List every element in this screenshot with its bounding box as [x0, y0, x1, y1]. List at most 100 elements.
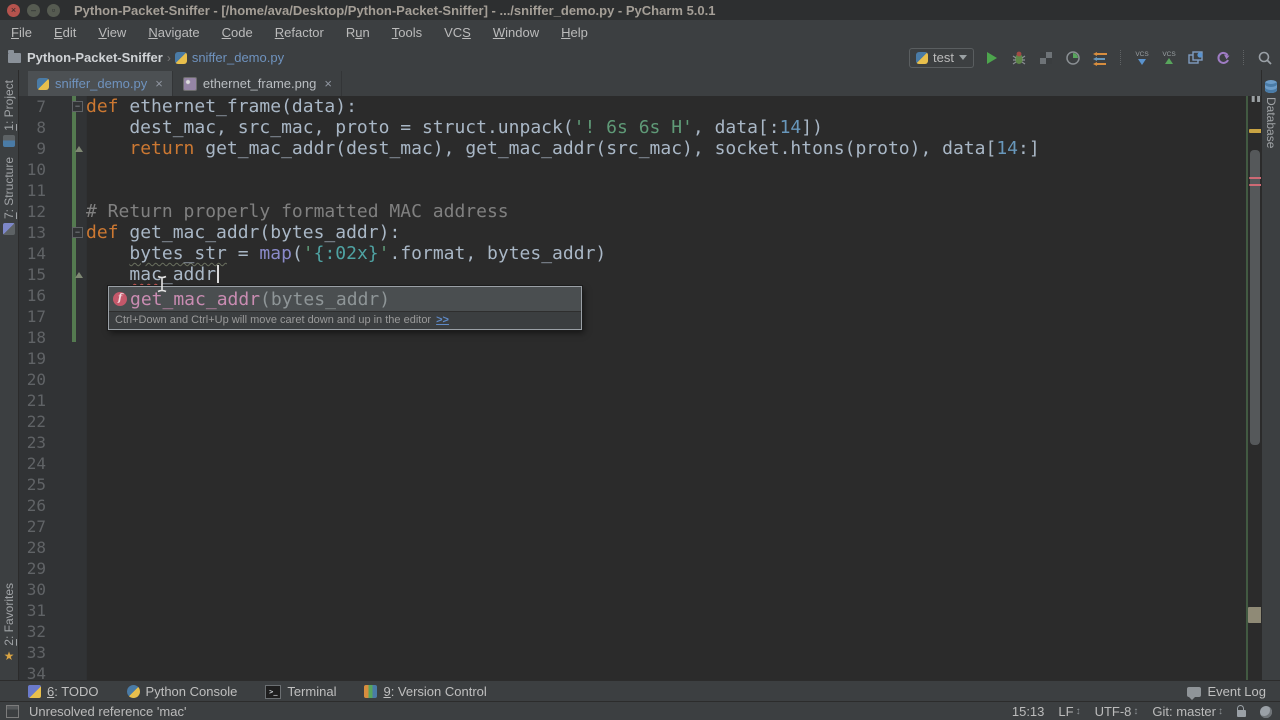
tool-window-button-terminal[interactable]: >_ Terminal — [265, 684, 336, 699]
gutter-arrow-icon[interactable] — [75, 271, 83, 278]
code-editor[interactable]: 7− def ethernet_frame(data): 8 dest_mac, s… — [18, 96, 1262, 680]
window-close-icon[interactable]: × — [7, 3, 20, 17]
code-line-27[interactable]: 27 — [18, 516, 1262, 537]
autocomplete-item[interactable]: f get_mac_addr (bytes_addr) — [109, 287, 581, 311]
code-line-31[interactable]: 31 — [18, 600, 1262, 621]
menu-file[interactable]: File — [0, 25, 43, 40]
navigation-bar: Python-Packet-Sniffer › sniffer_demo.py … — [0, 45, 1280, 71]
search-icon[interactable] — [1256, 49, 1274, 67]
code-line-7[interactable]: 7 − def ethernet_frame(data): — [18, 96, 1262, 117]
menu-run[interactable]: Run — [335, 25, 381, 40]
tab-ethernet_frame.png[interactable]: ethernet_frame.png × — [173, 71, 342, 96]
line-number: 24 — [26, 454, 46, 473]
code-line-11[interactable]: 11 — [18, 180, 1262, 201]
code-line-20[interactable]: 20 — [18, 369, 1262, 390]
line-number: 29 — [26, 559, 46, 578]
run-configuration-select[interactable]: test — [909, 47, 974, 68]
tool-window-button-9-version-control[interactable]: 9: Version Control — [364, 684, 487, 699]
analysis-status-icon[interactable]: ▮▮ — [1251, 96, 1261, 103]
lock-icon[interactable] — [1237, 705, 1246, 717]
code-line-34[interactable]: 34 — [18, 663, 1262, 680]
code-text: def get_mac_addr(bytes_addr): — [86, 222, 401, 243]
menu-refactor[interactable]: Refactor — [264, 25, 335, 40]
code-line-14[interactable]: 14 bytes_str = map('{:02x}'.format, byte… — [18, 243, 1262, 264]
vcs-commit-icon[interactable]: VCS — [1160, 49, 1178, 67]
profile-icon[interactable] — [1064, 49, 1082, 67]
line-number: 17 — [26, 307, 46, 326]
code-line-21[interactable]: 21 — [18, 390, 1262, 411]
tool-window-button-database[interactable]: Database — [1264, 80, 1278, 148]
tool-window-button-1-project[interactable]: 1: Project — [2, 80, 16, 147]
code-line-15[interactable]: 15 mac_addr — [18, 264, 1262, 285]
gutter-cell: − — [46, 101, 86, 112]
menu-window[interactable]: Window — [482, 25, 550, 40]
status-widget-15-13[interactable]: 15:13 — [1012, 704, 1045, 719]
tool-window-button-event-log[interactable]: Event Log — [1187, 684, 1266, 700]
breadcrumb-file[interactable]: sniffer_demo.py — [192, 50, 284, 65]
code-line-30[interactable]: 30 — [18, 579, 1262, 600]
menu-navigate[interactable]: Navigate — [137, 25, 210, 40]
code-line-12[interactable]: 12 # Return properly formatted MAC addres… — [18, 201, 1262, 222]
code-line-23[interactable]: 23 — [18, 432, 1262, 453]
menu-code[interactable]: Code — [211, 25, 264, 40]
function-icon: f — [113, 292, 127, 306]
menu-help[interactable]: Help — [550, 25, 599, 40]
todo-stripe-mark[interactable] — [1248, 607, 1262, 623]
close-tab-icon[interactable]: × — [324, 76, 332, 91]
code-line-19[interactable]: 19 — [18, 348, 1262, 369]
pycharm-window: × – ▫ Python-Packet-Sniffer - [/home/ava… — [0, 0, 1280, 720]
code-line-32[interactable]: 32 — [18, 621, 1262, 642]
concurrency-icon[interactable] — [1091, 49, 1109, 67]
favorites-icon: ★ — [3, 649, 15, 663]
gutter-arrow-icon[interactable] — [75, 145, 83, 152]
fold-collapse-icon[interactable]: − — [72, 101, 83, 112]
tab-list: sniffer_demo.py × ethernet_frame.png × — [18, 70, 1280, 97]
code-line-33[interactable]: 33 — [18, 642, 1262, 663]
tool-window-button-python-console[interactable]: Python Console — [126, 684, 237, 699]
code-line-13[interactable]: 13 − def get_mac_addr(bytes_addr): — [18, 222, 1262, 243]
code-line-22[interactable]: 22 — [18, 411, 1262, 432]
menu-tools[interactable]: Tools — [381, 25, 433, 40]
vertical-scrollbar[interactable] — [1250, 150, 1260, 445]
code-line-18[interactable]: 18 — [18, 327, 1262, 348]
code-line-9[interactable]: 9 return get_mac_addr(dest_mac), get_mac… — [18, 138, 1262, 159]
window-maximize-icon[interactable]: ▫ — [47, 3, 60, 17]
code-line-29[interactable]: 29 — [18, 558, 1262, 579]
fold-collapse-icon[interactable]: − — [72, 227, 83, 238]
structure-icon — [3, 222, 15, 235]
code-text: return get_mac_addr(dest_mac), get_mac_a… — [129, 138, 1040, 159]
status-widget-utf-8[interactable]: UTF-8 ↕ — [1095, 704, 1139, 719]
status-widget-git-master[interactable]: Git: master ↕ — [1152, 704, 1223, 719]
tool-window-button-6-todo[interactable]: 6: TODO — [28, 684, 99, 699]
tool-window-button-2-favorites[interactable]: 2: Favorites ★ — [2, 583, 16, 662]
line-number: 28 — [26, 538, 46, 557]
menu-edit[interactable]: Edit — [43, 25, 87, 40]
run-icon[interactable] — [983, 49, 1001, 67]
code-line-24[interactable]: 24 — [18, 453, 1262, 474]
close-tab-icon[interactable]: × — [155, 76, 163, 91]
breadcrumb-project[interactable]: Python-Packet-Sniffer — [27, 50, 163, 65]
tool-window-button-7-structure[interactable]: 7: Structure — [2, 157, 16, 235]
vcs-update-icon[interactable]: VCS — [1133, 49, 1151, 67]
code-line-10[interactable]: 10 — [18, 159, 1262, 180]
code-line-8[interactable]: 8 dest_mac, src_mac, proto = struct.unpa… — [18, 117, 1262, 138]
status-message: Unresolved reference 'mac' — [29, 704, 187, 719]
menu-vcs[interactable]: VCS — [433, 25, 482, 40]
line-number: 33 — [26, 643, 46, 662]
rollback-icon[interactable] — [1214, 49, 1232, 67]
debug-icon[interactable] — [1010, 49, 1028, 67]
tab-sniffer_demo.py[interactable]: sniffer_demo.py × — [28, 71, 173, 96]
status-widget-lf[interactable]: LF ↕ — [1058, 704, 1080, 719]
toggle-stripes-icon[interactable] — [6, 705, 19, 718]
inspections-hector-icon[interactable] — [1260, 705, 1272, 718]
window-minimize-icon[interactable]: – — [27, 3, 40, 17]
hint-more-link[interactable]: >> — [436, 314, 449, 326]
line-number: 31 — [26, 601, 46, 620]
coverage-icon[interactable] — [1037, 49, 1055, 67]
right-tool-stripe: Database — [1261, 70, 1280, 680]
compare-icon[interactable] — [1187, 49, 1205, 67]
menu-view[interactable]: View — [87, 25, 137, 40]
code-line-26[interactable]: 26 — [18, 495, 1262, 516]
code-line-28[interactable]: 28 — [18, 537, 1262, 558]
code-line-25[interactable]: 25 — [18, 474, 1262, 495]
